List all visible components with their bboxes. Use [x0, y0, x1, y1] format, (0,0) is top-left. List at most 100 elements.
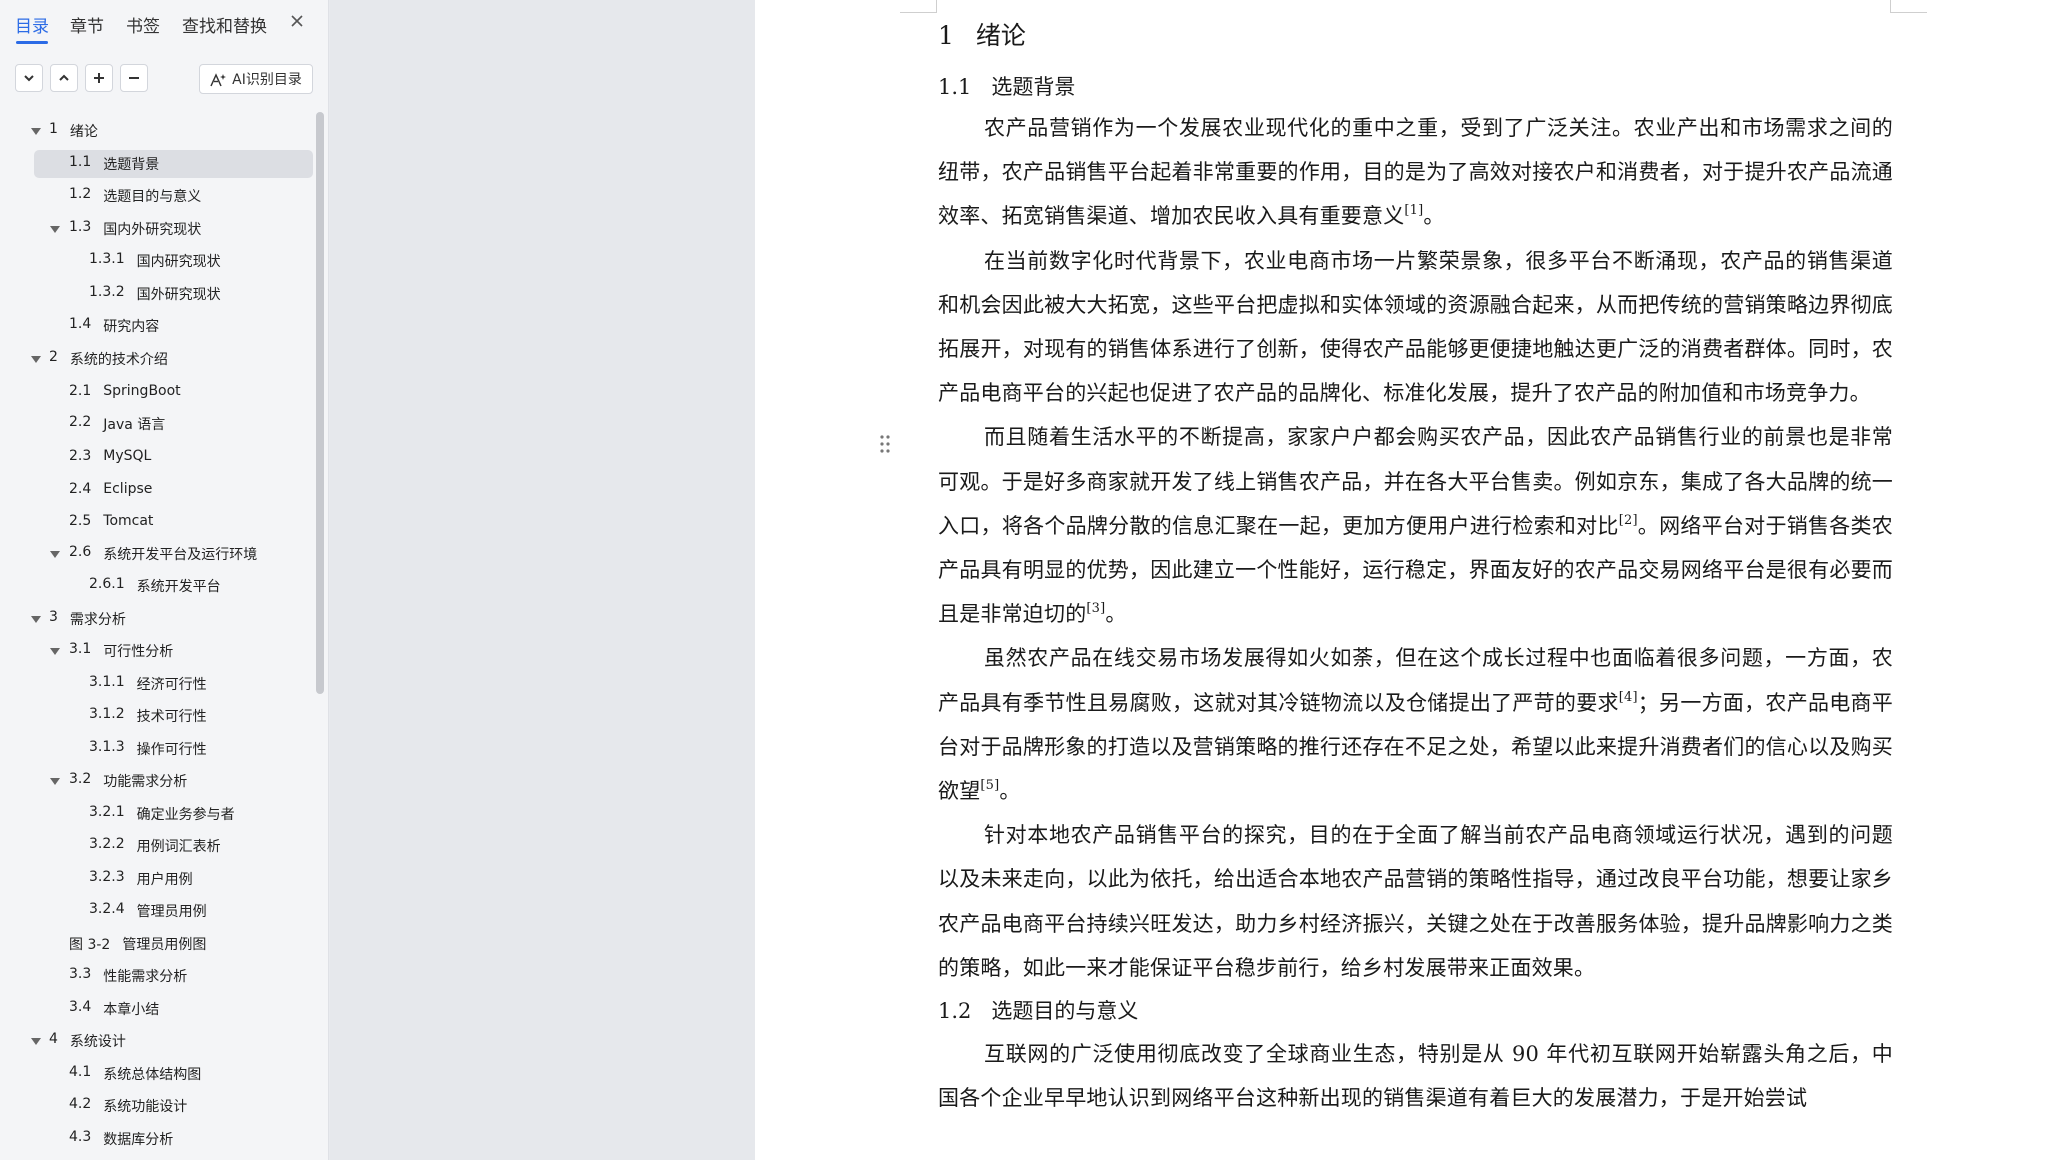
toc-item[interactable]: 3.4 本章小结 — [0, 993, 316, 1026]
toc-item-title: MySQL — [103, 448, 152, 465]
toc-item-text: 3.2 功能需求分析 — [69, 771, 187, 791]
ai-recognize-toc-button[interactable]: AI识别目录 — [199, 64, 313, 94]
toc-item-number: 3.2.2 — [89, 836, 125, 853]
toc-item[interactable]: 2 系统的技术介绍 — [0, 343, 316, 376]
toc-item-number: 1 — [49, 121, 58, 138]
toc-item[interactable]: 1 绪论 — [0, 115, 316, 148]
toc-item[interactable]: 2.6.1 系统开发平台 — [0, 570, 316, 603]
toc-item-title: 系统设计 — [69, 1034, 126, 1051]
toc-item[interactable]: 4.3 数据库分析 — [0, 1123, 316, 1156]
toc-item[interactable]: 3.2.2 用例词汇表析 — [0, 830, 316, 863]
toc-item[interactable]: 3.3 性能需求分析 — [0, 960, 316, 993]
toc-item-title: 本章小结 — [103, 1001, 160, 1018]
document-content: 1 绪论 1.1 选题背景 农产品营销作为一个发展农业现代化的重中之重，受到了广… — [938, 16, 1893, 1120]
toc-item[interactable]: 3.2 功能需求分析 — [0, 765, 316, 798]
toc-item[interactable]: 1.4 研究内容 — [0, 310, 316, 343]
toc-item[interactable]: 3.2.3 用户用例 — [0, 863, 316, 896]
caret-down-icon[interactable] — [31, 615, 41, 625]
toc-item-number: 1.3.2 — [89, 283, 125, 300]
tab-chapters[interactable]: 章节 — [70, 12, 104, 37]
toc-item-number: 1.4 — [69, 316, 92, 333]
toc-item[interactable]: 4.1 系统总体结构图 — [0, 1058, 316, 1091]
chevron-down-icon — [24, 75, 34, 82]
toc-item[interactable]: 2.2 Java 语言 — [0, 408, 316, 441]
toc-item-title: Tomcat — [103, 513, 154, 530]
toc-item[interactable]: 图 3-2 管理员用例图 — [0, 928, 316, 961]
toc-item-number: 4.2 — [69, 1096, 92, 1113]
toc-item-number: 1.2 — [69, 186, 92, 203]
paragraph: 而且随着生活水平的不断提高，家家户户都会购买农产品，因此农产品销售行业的前景也是… — [938, 425, 1893, 627]
toc-item[interactable]: 3.1.1 经济可行性 — [0, 668, 316, 701]
toc-item[interactable]: 2.3 MySQL — [0, 440, 316, 473]
toc-item[interactable]: 2.4 Eclipse — [0, 473, 316, 506]
toc-item[interactable]: 4 系统设计 — [0, 1025, 316, 1058]
toc-item-text: 图 3-2 管理员用例图 — [69, 934, 206, 954]
expand-button[interactable] — [15, 64, 43, 92]
citation: [4] — [1618, 689, 1638, 705]
tab-toc[interactable]: 目录 — [15, 12, 49, 44]
add-heading-button[interactable] — [85, 64, 113, 92]
caret-down-icon[interactable] — [50, 777, 60, 787]
document-page[interactable]: 1 绪论 1.1 选题背景 农产品营销作为一个发展农业现代化的重中之重，受到了广… — [755, 0, 2045, 1160]
collapse-button[interactable] — [50, 64, 78, 92]
caret-down-icon[interactable] — [50, 647, 60, 657]
toc-item-title: 研究内容 — [103, 319, 160, 336]
ai-sparkle-icon — [210, 72, 227, 86]
caret-down-icon[interactable] — [31, 1037, 41, 1047]
heading-title: 绪论 — [975, 21, 1026, 50]
toc-item[interactable]: 3.1.3 操作可行性 — [0, 733, 316, 766]
toc-item-number: 2.6.1 — [89, 576, 125, 593]
toc-item-text: 2.4 Eclipse — [69, 481, 152, 497]
remove-heading-button[interactable] — [120, 64, 148, 92]
caret-down-icon[interactable] — [31, 127, 41, 137]
toc-item[interactable]: 3.2.1 确定业务参与者 — [0, 798, 316, 831]
toc-item-title: 功能需求分析 — [103, 774, 188, 791]
page-corner-mark — [900, 0, 937, 13]
sidebar-scrollbar[interactable] — [316, 112, 324, 694]
toc-item-title: 系统的技术介绍 — [69, 351, 168, 368]
tab-find-replace[interactable]: 查找和替换 — [182, 12, 267, 37]
toc-item[interactable]: 3 需求分析 — [0, 603, 316, 636]
toc-item-text: 1 绪论 — [49, 121, 98, 141]
toc-item-title: 国内外研究现状 — [103, 221, 202, 238]
toc-item[interactable]: 1.2 选题目的与意义 — [0, 180, 316, 213]
toc-item[interactable]: 3.1.2 技术可行性 — [0, 700, 316, 733]
toc-item[interactable]: 3.1 可行性分析 — [0, 635, 316, 668]
toc-item-title: 国内研究现状 — [136, 254, 221, 271]
toc-toolbar: AI识别目录 — [0, 62, 329, 94]
drag-handle-icon[interactable] — [879, 434, 891, 454]
toc-item-number: 3 — [49, 608, 58, 625]
toc-item-title: 系统开发平台及运行环境 — [103, 546, 258, 563]
toc-item[interactable]: 1.1 选题背景 — [0, 148, 316, 181]
toc-item-number: 2.4 — [69, 480, 92, 497]
toc-item-text: 3.1.2 技术可行性 — [89, 706, 207, 726]
caret-down-icon[interactable] — [31, 355, 41, 365]
caret-down-icon[interactable] — [50, 225, 60, 235]
toc-item-number: 1.1 — [69, 153, 92, 170]
toc-item-text: 3.2.3 用户用例 — [89, 869, 193, 889]
tab-bookmarks[interactable]: 书签 — [126, 12, 160, 37]
toc-item-number: 2.3 — [69, 448, 92, 465]
toc-item-title: 确定业务参与者 — [136, 806, 235, 823]
heading-1: 1 绪论 — [938, 16, 1893, 58]
toc-item[interactable]: 4.2 系统功能设计 — [0, 1090, 316, 1123]
toc-item-title: 用例词汇表析 — [136, 839, 221, 856]
toc-item[interactable]: 1.3.1 国内研究现状 — [0, 245, 316, 278]
toc-item[interactable]: 2.5 Tomcat — [0, 505, 316, 538]
close-icon[interactable] — [287, 12, 307, 32]
toc-item[interactable]: 2.1 SpringBoot — [0, 375, 316, 408]
toc-item-title: 性能需求分析 — [103, 969, 188, 986]
toc-item[interactable]: 1.3.2 国外研究现状 — [0, 278, 316, 311]
toc-item-text: 4 系统设计 — [49, 1031, 126, 1051]
toc-item[interactable]: 2.6 系统开发平台及运行环境 — [0, 538, 316, 571]
toc-item-number: 3.2 — [69, 771, 92, 788]
toc-item[interactable]: 3.2.4 管理员用例 — [0, 895, 316, 928]
toc-item-text: 2 系统的技术介绍 — [49, 349, 168, 369]
toc-item-text: 3.4 本章小结 — [69, 999, 159, 1019]
caret-down-icon[interactable] — [50, 550, 60, 560]
plus-icon — [94, 73, 104, 83]
toc-item-text: 2.5 Tomcat — [69, 513, 153, 529]
toc-item-number: 3.2.3 — [89, 868, 125, 885]
toc-item-title: Java 语言 — [103, 416, 166, 433]
toc-item[interactable]: 1.3 国内外研究现状 — [0, 213, 316, 246]
